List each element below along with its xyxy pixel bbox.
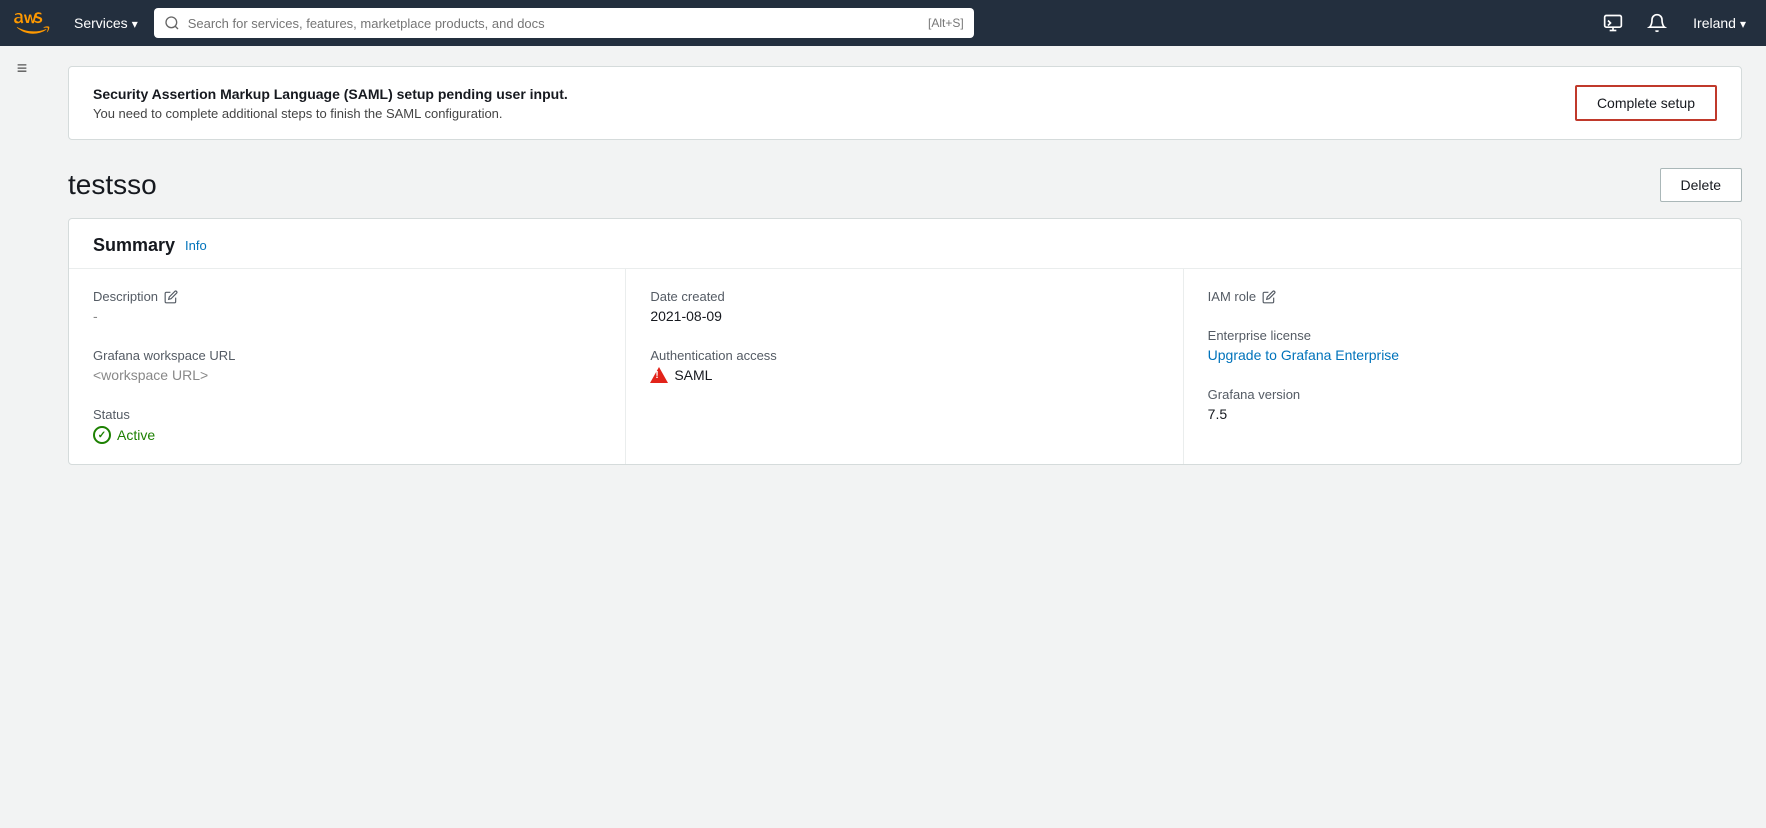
region-chevron-icon: [1740, 15, 1746, 31]
date-created-label: Date created: [650, 289, 1158, 304]
description-value: -: [93, 308, 601, 324]
summary-header: Summary Info: [69, 219, 1741, 269]
page-title: testsso: [68, 169, 157, 201]
description-edit-icon[interactable]: [164, 290, 178, 304]
iam-role-edit-icon[interactable]: [1262, 290, 1276, 304]
search-input[interactable]: [188, 16, 920, 31]
grafana-version-field: Grafana version 7.5: [1208, 387, 1717, 422]
auth-access-label: Authentication access: [650, 348, 1158, 363]
region-button[interactable]: Ireland: [1685, 11, 1754, 35]
summary-grid: Description - Grafana workspace URL: [69, 269, 1741, 464]
grafana-url-field: Grafana workspace URL <workspace URL>: [93, 348, 601, 383]
auth-access-value: SAML: [650, 367, 1158, 383]
services-button[interactable]: Services: [66, 11, 146, 35]
description-field: Description -: [93, 289, 601, 324]
description-label: Description: [93, 289, 601, 304]
iam-role-label: IAM role: [1208, 289, 1717, 304]
warning-triangle-icon: [650, 367, 668, 383]
main-area: Security Assertion Markup Language (SAML…: [44, 46, 1766, 485]
grafana-version-value: 7.5: [1208, 406, 1717, 422]
nav-icons: Ireland: [1597, 7, 1754, 39]
summary-col-1: Description - Grafana workspace URL: [69, 269, 626, 464]
summary-card: Summary Info Description: [68, 218, 1742, 465]
grafana-version-label: Grafana version: [1208, 387, 1717, 402]
enterprise-license-field: Enterprise license Upgrade to Grafana En…: [1208, 328, 1717, 363]
status-label: Status: [93, 407, 601, 422]
search-shortcut: [Alt+S]: [928, 16, 964, 30]
bell-icon: [1647, 13, 1667, 33]
date-created-value: 2021-08-09: [650, 308, 1158, 324]
saml-banner-text: Security Assertion Markup Language (SAML…: [93, 86, 568, 121]
terminal-icon: [1603, 13, 1623, 33]
search-bar: [Alt+S]: [154, 8, 974, 38]
summary-title: Summary: [93, 235, 175, 256]
saml-banner-title: Security Assertion Markup Language (SAML…: [93, 86, 568, 102]
delete-button[interactable]: Delete: [1660, 168, 1742, 202]
saml-warning: SAML: [650, 367, 1158, 383]
saml-banner-subtitle: You need to complete additional steps to…: [93, 106, 568, 121]
top-nav: Services [Alt+S] Ireland: [0, 0, 1766, 46]
summary-col-3: IAM role Enterprise license: [1184, 269, 1741, 464]
notifications-button[interactable]: [1641, 7, 1673, 39]
aws-logo: [12, 9, 50, 37]
status-field: Status Active: [93, 407, 601, 444]
grafana-url-value: <workspace URL>: [93, 367, 601, 383]
enterprise-license-label: Enterprise license: [1208, 328, 1717, 343]
status-value: Active: [93, 426, 601, 444]
saml-banner: Security Assertion Markup Language (SAML…: [68, 66, 1742, 140]
search-icon: [164, 15, 180, 31]
sidebar-toggle[interactable]: ≡: [0, 46, 44, 90]
complete-setup-button[interactable]: Complete setup: [1575, 85, 1717, 121]
region-label: Ireland: [1693, 15, 1736, 31]
date-created-field: Date created 2021-08-09: [650, 289, 1158, 324]
iam-role-field: IAM role: [1208, 289, 1717, 304]
cloudshell-button[interactable]: [1597, 7, 1629, 39]
services-chevron-icon: [132, 15, 138, 31]
upgrade-grafana-link[interactable]: Upgrade to Grafana Enterprise: [1208, 347, 1399, 363]
summary-col-2: Date created 2021-08-09 Authentication a…: [626, 269, 1183, 464]
page-header: testsso Delete: [68, 168, 1742, 202]
info-link[interactable]: Info: [185, 238, 207, 253]
status-active-icon: [93, 426, 111, 444]
auth-access-field: Authentication access SAML: [650, 348, 1158, 383]
services-label: Services: [74, 15, 128, 31]
grafana-url-label: Grafana workspace URL: [93, 348, 601, 363]
